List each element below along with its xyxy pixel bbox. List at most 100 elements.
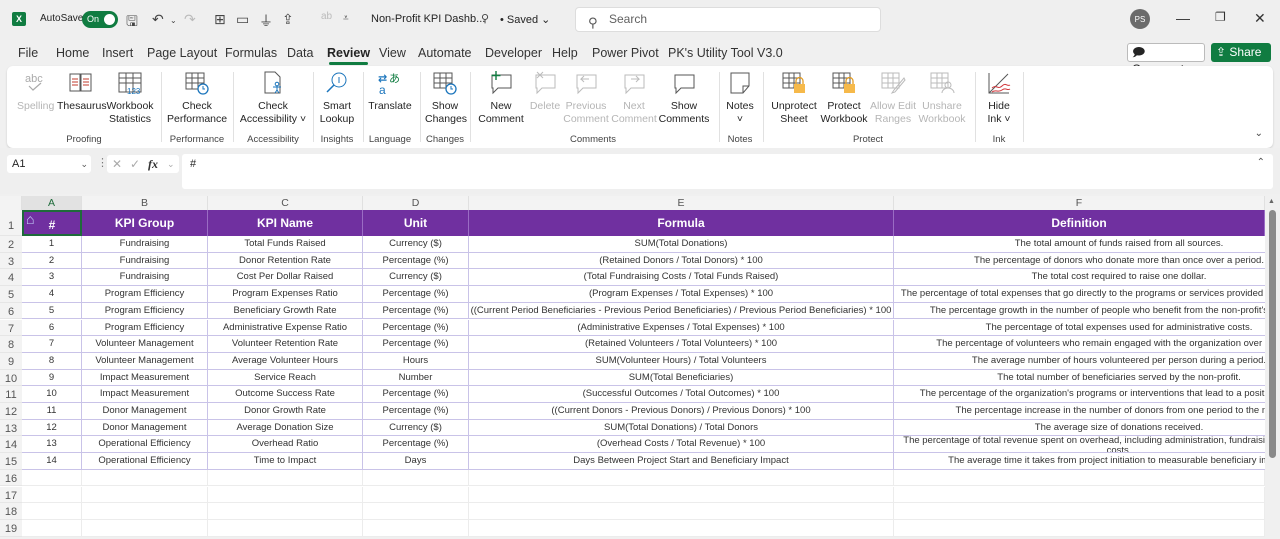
cell-a[interactable]: 2 bbox=[22, 252, 82, 270]
empty-cell[interactable] bbox=[22, 503, 82, 520]
cell-d[interactable]: Hours bbox=[363, 352, 469, 370]
new-comment-button[interactable]: New Comment bbox=[475, 70, 527, 126]
tab-automate[interactable]: Automate bbox=[418, 46, 472, 60]
row-header[interactable]: 19 bbox=[0, 519, 22, 537]
cell-b[interactable]: Impact Measurement bbox=[82, 386, 208, 403]
cell-c[interactable]: Service Reach bbox=[208, 369, 363, 387]
cell-c[interactable]: Total Funds Raised bbox=[208, 236, 363, 253]
cell-e[interactable]: SUM(Total Donations) bbox=[469, 236, 894, 253]
redo-icon[interactable]: ↷ bbox=[184, 11, 196, 28]
cell-b[interactable]: Impact Measurement bbox=[82, 369, 208, 387]
select-all-corner[interactable] bbox=[0, 196, 22, 210]
row-header[interactable]: 7 bbox=[0, 319, 22, 337]
empty-cell[interactable] bbox=[894, 503, 1265, 520]
cell-b[interactable]: Fundraising bbox=[82, 269, 208, 287]
name-box[interactable]: A1 ⌄ bbox=[7, 155, 91, 173]
cell-e[interactable]: ((Current Period Beneficiaries - Previou… bbox=[469, 302, 894, 320]
cell-e[interactable]: SUM(Total Beneficiaries) bbox=[469, 369, 894, 387]
collapse-formula-bar-icon[interactable]: ⌃ bbox=[1257, 157, 1265, 168]
tab-formulas[interactable]: Formulas bbox=[225, 46, 277, 60]
cell-d[interactable]: Currency ($) bbox=[363, 269, 469, 287]
row-header[interactable]: 10 bbox=[0, 369, 22, 387]
next-comment-button[interactable]: Next Comment bbox=[611, 70, 657, 126]
cell-a[interactable]: 10 bbox=[22, 386, 82, 403]
cell-d[interactable]: Percentage (%) bbox=[363, 336, 469, 353]
tab-pk-utility-tool[interactable]: PK's Utility Tool V3.0 bbox=[668, 46, 783, 60]
empty-cell[interactable] bbox=[22, 519, 82, 537]
cell-b[interactable]: Operational Efficiency bbox=[82, 453, 208, 470]
delete-comment-button[interactable]: Delete bbox=[527, 70, 563, 113]
cell-b[interactable]: Volunteer Management bbox=[82, 352, 208, 370]
undo-dropdown-icon[interactable]: ⌄ bbox=[170, 16, 177, 25]
empty-cell[interactable] bbox=[469, 519, 894, 537]
empty-cell[interactable] bbox=[363, 486, 469, 504]
filter-icon[interactable]: ⏚ bbox=[259, 11, 273, 31]
cell-d[interactable]: Percentage (%) bbox=[363, 386, 469, 403]
row-header[interactable]: 1 bbox=[0, 210, 22, 236]
cell-a[interactable]: 12 bbox=[22, 419, 82, 437]
cell-a[interactable]: 14 bbox=[22, 453, 82, 470]
cell-b[interactable]: Donor Management bbox=[82, 419, 208, 437]
cell-c[interactable]: Donor Retention Rate bbox=[208, 252, 363, 270]
empty-cell[interactable] bbox=[363, 519, 469, 537]
cell-a[interactable]: 5 bbox=[22, 302, 82, 320]
share-button[interactable]: ⇪ Share ˅ bbox=[1211, 43, 1271, 78]
cell-f[interactable]: The total cost required to raise one dol… bbox=[894, 269, 1280, 287]
cell-c[interactable]: Outcome Success Rate bbox=[208, 386, 363, 403]
cell-e[interactable]: (Overhead Costs / Total Revenue) * 100 bbox=[469, 436, 894, 454]
collapse-ribbon-icon[interactable]: ⌄ bbox=[1255, 128, 1263, 139]
cell-d[interactable]: Number bbox=[363, 369, 469, 387]
row-header[interactable]: 15 bbox=[0, 453, 22, 470]
cell-f[interactable]: The percentage increase in the number of… bbox=[894, 403, 1280, 420]
cell-b[interactable]: Program Efficiency bbox=[82, 302, 208, 320]
cell-e[interactable]: (Successful Outcomes / Total Outcomes) *… bbox=[469, 386, 894, 403]
header-cell-b[interactable]: KPI Group bbox=[82, 210, 208, 236]
show-comments-button[interactable]: Show Comments bbox=[657, 70, 711, 126]
cell-f[interactable]: The percentage of donors who donate more… bbox=[894, 253, 1280, 270]
row-header[interactable]: 16 bbox=[0, 469, 22, 487]
save-icon[interactable]: 🖫 bbox=[126, 11, 138, 35]
cell-e[interactable]: ((Current Donors - Previous Donors) / Pr… bbox=[469, 403, 894, 420]
empty-cell[interactable] bbox=[894, 486, 1265, 504]
cell-b[interactable]: Donor Management bbox=[82, 403, 208, 420]
spreadsheet-grid[interactable]: A B C D E F 1 2 3 4 5 6 7 8 9 10 11 12 13 14 15 16 17 18 19 ⌂ # KPI… bbox=[0, 196, 1280, 537]
cell-f[interactable]: The percentage growth in the number of p… bbox=[894, 303, 1280, 320]
cell-b[interactable]: Fundraising bbox=[82, 236, 208, 253]
cell-a[interactable]: 13 bbox=[22, 436, 82, 454]
cell-b[interactable]: Fundraising bbox=[82, 252, 208, 270]
cell-a[interactable]: 1 bbox=[22, 236, 82, 253]
empty-cell[interactable] bbox=[82, 519, 208, 537]
tab-view[interactable]: View bbox=[379, 46, 406, 60]
allow-edit-ranges-button[interactable]: Allow Edit Ranges bbox=[869, 70, 917, 126]
empty-cell[interactable] bbox=[22, 486, 82, 504]
header-cell-c[interactable]: KPI Name bbox=[208, 210, 363, 236]
cell-c[interactable]: Time to Impact bbox=[208, 453, 363, 470]
empty-cell[interactable] bbox=[208, 519, 363, 537]
scroll-up-icon[interactable]: ▲ bbox=[1268, 198, 1275, 205]
comments-button[interactable]: 🗩 Comments bbox=[1127, 43, 1205, 76]
avatar[interactable]: PS bbox=[1130, 9, 1150, 29]
tab-power-pivot[interactable]: Power Pivot bbox=[592, 46, 659, 60]
empty-cell[interactable] bbox=[894, 469, 1265, 487]
cell-f[interactable]: The total number of beneficiaries served… bbox=[894, 370, 1280, 387]
cell-f[interactable]: The average size of donations received. bbox=[894, 420, 1280, 437]
empty-cell[interactable] bbox=[208, 503, 363, 520]
empty-cell[interactable] bbox=[22, 469, 82, 487]
row-header[interactable]: 14 bbox=[0, 436, 22, 454]
cell-c[interactable]: Beneficiary Growth Rate bbox=[208, 302, 363, 320]
formula-input[interactable]: # ⌃ bbox=[182, 154, 1273, 189]
protect-workbook-button[interactable]: Protect Workbook bbox=[819, 70, 869, 126]
empty-cell[interactable] bbox=[469, 469, 894, 487]
cell-d[interactable]: Currency ($) bbox=[363, 236, 469, 253]
row-header[interactable]: 4 bbox=[0, 269, 22, 287]
cell-e[interactable]: (Retained Donors / Total Donors) * 100 bbox=[469, 252, 894, 270]
cell-e[interactable]: (Retained Volunteers / Total Volunteers)… bbox=[469, 336, 894, 353]
header-cell-a[interactable]: ⌂ # bbox=[22, 210, 82, 236]
cell-c[interactable]: Volunteer Retention Rate bbox=[208, 336, 363, 353]
row-header[interactable]: 13 bbox=[0, 419, 22, 437]
cell-f[interactable]: The percentage of total expenses that go… bbox=[894, 286, 1280, 303]
cell-b[interactable]: Program Efficiency bbox=[82, 319, 208, 337]
spelling-button[interactable]: abc Spelling bbox=[17, 70, 54, 113]
picture-icon[interactable]: ▭ bbox=[236, 11, 249, 28]
cell-d[interactable]: Percentage (%) bbox=[363, 302, 469, 320]
